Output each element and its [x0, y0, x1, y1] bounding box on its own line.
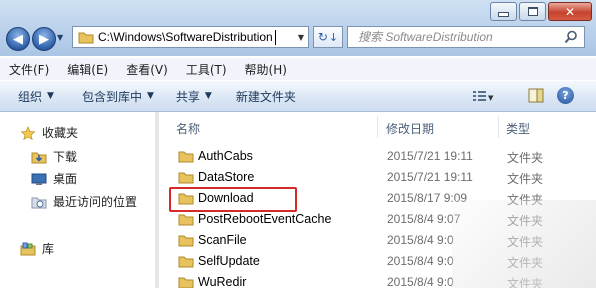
folder-icon	[178, 172, 194, 184]
file-date: 2015/8/4 9:07	[387, 212, 461, 226]
file-date: 2015/7/21 19:11	[387, 149, 473, 163]
search-icon[interactable]	[564, 30, 578, 44]
back-arrow-icon: ◀	[13, 31, 23, 47]
chevron-down-icon: ▼	[204, 91, 212, 101]
svg-text:▼: ▼	[488, 94, 494, 102]
refresh-button[interactable]: ↻ ↓	[313, 26, 343, 48]
file-row[interactable]: AuthCabs 2015/7/21 19:11 文件夹	[160, 146, 596, 167]
file-name: PostRebootEventCache	[198, 212, 332, 226]
nav-favorites-label: 收藏夹	[42, 126, 79, 140]
file-type: 文件夹	[507, 172, 544, 186]
minimize-icon	[498, 12, 509, 17]
help-icon: ?	[562, 89, 569, 102]
include-in-library-label: 包含到库中	[81, 89, 142, 104]
close-button[interactable]: ✕	[548, 2, 592, 21]
nav-downloads-label: 下载	[53, 150, 78, 164]
command-bar: 组织 ▼ 包含到库中 ▼ 共享 ▼ 新建文件夹	[0, 81, 596, 112]
nav-libraries-label: 库	[42, 242, 55, 256]
address-dropdown-icon[interactable]: ▼	[298, 33, 304, 42]
nav-recent-places[interactable]: 最近访问的位置	[31, 193, 137, 210]
menu-help[interactable]: 帮助(H)	[245, 61, 287, 78]
address-path[interactable]: C:\Windows\SoftwareDistribution	[98, 30, 273, 44]
library-icon	[20, 242, 36, 256]
file-row[interactable]: DataStore 2015/7/21 19:11 文件夹	[160, 167, 596, 188]
file-type: 文件夹	[507, 151, 544, 165]
menu-edit[interactable]: 编辑(E)	[67, 61, 108, 78]
go-arrow-icon: ↓	[328, 30, 339, 44]
chevron-down-icon: ▼	[47, 91, 54, 101]
view-list-icon: ▼	[473, 91, 494, 102]
nav-libraries[interactable]: 库	[20, 240, 54, 257]
file-date: 2015/7/21 19:11	[387, 170, 473, 184]
column-header-type[interactable]: 类型	[506, 120, 530, 137]
column-divider[interactable]	[498, 116, 499, 138]
menu-tools[interactable]: 工具(T)	[186, 61, 227, 78]
file-name: SelfUpdate	[198, 254, 260, 268]
forward-arrow-icon: ▶	[39, 31, 49, 47]
nav-favorites[interactable]: 收藏夹	[20, 124, 78, 141]
file-name: AuthCabs	[198, 149, 253, 163]
column-divider[interactable]	[377, 116, 378, 138]
preview-pane-icon	[528, 88, 544, 103]
back-button[interactable]: ◀	[6, 27, 30, 51]
menu-bar: 文件(F) 编辑(E) 查看(V) 工具(T) 帮助(H)	[0, 58, 596, 80]
recent-pages-chevron-icon[interactable]: ▼	[57, 33, 63, 42]
file-date: 2015/8/4 9:0	[387, 233, 454, 247]
folder-icon	[178, 277, 194, 288]
search-input[interactable]	[356, 29, 550, 45]
include-in-library-button[interactable]: 包含到库中 ▼	[82, 88, 154, 105]
chevron-down-icon: ▼	[146, 91, 154, 101]
annotation-highlight-box	[169, 187, 297, 212]
file-date: 2015/8/4 9:0	[387, 254, 454, 268]
nav-pane-scrollbar[interactable]	[155, 112, 159, 288]
downloads-folder-icon	[31, 150, 47, 164]
folder-icon	[78, 32, 94, 44]
text-caret	[274, 29, 276, 45]
desktop-icon	[31, 172, 47, 186]
share-label: 共享	[175, 89, 200, 104]
forward-button[interactable]: ▶	[32, 27, 56, 51]
menu-view[interactable]: 查看(V)	[126, 61, 168, 78]
column-header-row: 名称 修改日期 类型	[160, 114, 596, 140]
folder-icon	[178, 151, 194, 163]
star-icon	[20, 125, 36, 140]
organize-label: 组织	[18, 89, 43, 104]
organize-button[interactable]: 组织 ▼	[18, 88, 54, 105]
share-button[interactable]: 共享 ▼	[176, 88, 212, 105]
folder-icon	[178, 214, 194, 226]
nav-desktop-label: 桌面	[53, 172, 78, 186]
folder-icon	[178, 235, 194, 247]
menu-file[interactable]: 文件(F)	[9, 61, 49, 78]
nav-desktop[interactable]: 桌面	[31, 170, 77, 187]
window-controls: ✕	[490, 2, 592, 21]
preview-pane-button[interactable]	[528, 88, 544, 107]
nav-downloads[interactable]: 下载	[31, 148, 77, 165]
file-name: ScanFile	[198, 233, 247, 247]
search-box[interactable]	[347, 26, 585, 48]
recent-places-icon	[31, 195, 47, 209]
blurred-watermark-area	[452, 200, 596, 288]
column-header-name[interactable]: 名称	[176, 120, 200, 137]
address-bar[interactable]: C:\Windows\SoftwareDistribution ▼	[72, 26, 309, 48]
minimize-button[interactable]	[490, 2, 517, 21]
file-name: DataStore	[198, 170, 255, 184]
maximize-icon	[527, 7, 538, 16]
close-icon: ✕	[564, 4, 576, 19]
file-date: 2015/8/4 9:0	[387, 275, 454, 288]
column-header-date[interactable]: 修改日期	[386, 120, 434, 137]
refresh-icon: ↻	[317, 30, 328, 44]
maximize-button[interactable]	[519, 2, 546, 21]
new-folder-label: 新建文件夹	[235, 89, 296, 104]
new-folder-button[interactable]: 新建文件夹	[236, 88, 296, 105]
help-button[interactable]: ?	[557, 87, 574, 104]
view-options-button[interactable]: ▼	[472, 88, 494, 107]
file-name: WuRedir	[198, 275, 247, 288]
nav-recent-places-label: 最近访问的位置	[53, 195, 138, 209]
folder-icon	[178, 256, 194, 268]
